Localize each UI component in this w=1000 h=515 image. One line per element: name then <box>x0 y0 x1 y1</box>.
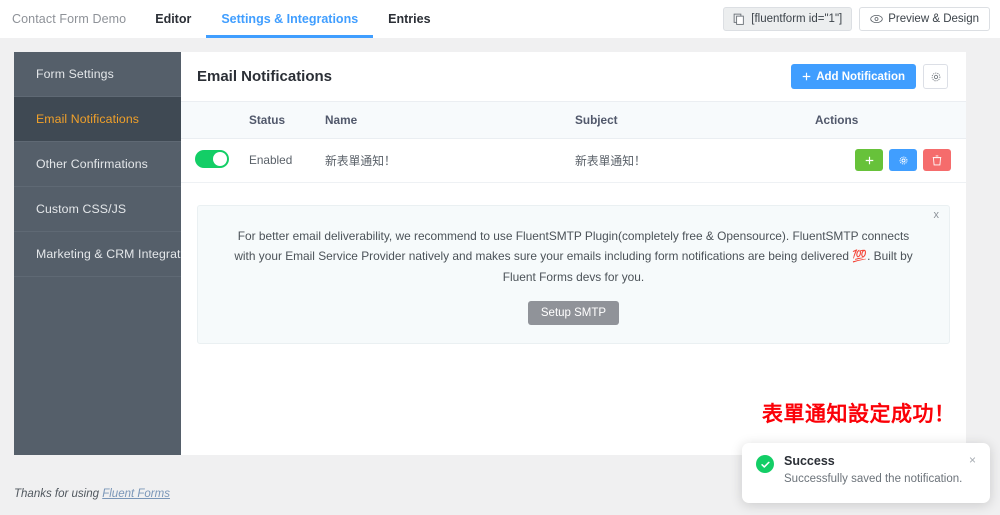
column-status: Status <box>249 102 325 139</box>
footer: Thanks for using Fluent Forms <box>14 488 170 500</box>
top-bar: Contact Form Demo Editor Settings & Inte… <box>0 0 1000 38</box>
gear-icon <box>930 71 942 83</box>
add-notification-label: Add Notification <box>816 70 905 83</box>
cell-subject: 新表單通知！ <box>575 138 815 183</box>
cell-actions <box>815 138 966 183</box>
toast-title: Success <box>784 454 835 468</box>
settings-sidebar: Form Settings Email Notifications Other … <box>14 52 203 455</box>
sidebar-item-marketing-crm-integrations[interactable]: Marketing & CRM Integrations <box>14 232 203 277</box>
content-wrapper: Form Settings Email Notifications Other … <box>14 52 966 455</box>
row-action-buttons <box>855 149 951 171</box>
top-bar-actions: [fluentform id="1"] Preview & Design <box>723 7 1000 31</box>
main-panel: Email Notifications Add Notification Sta… <box>181 52 966 455</box>
cell-name: 新表單通知！ <box>325 138 575 183</box>
setup-smtp-button[interactable]: Setup SMTP <box>527 300 620 325</box>
shortcode-button[interactable]: [fluentform id="1"] <box>723 7 853 31</box>
close-icon[interactable]: × <box>969 454 976 466</box>
smtp-notice: x For better email deliverability, we re… <box>197 204 950 344</box>
toggle-knob <box>213 151 227 166</box>
column-actions: Actions <box>815 102 966 139</box>
table-header-row: Status Name Subject Actions <box>181 102 966 139</box>
fluent-forms-link[interactable]: Fluent Forms <box>102 488 170 500</box>
annotation-text: 表單通知設定成功！ <box>762 402 956 426</box>
plus-icon <box>802 72 811 81</box>
tab-settings-integrations-label: Settings & Integrations <box>221 12 359 26</box>
toast-message: Successfully saved the notification. <box>784 473 963 485</box>
column-name: Name <box>325 102 575 139</box>
duplicate-notification-button[interactable] <box>855 149 883 171</box>
tab-entries[interactable]: Entries <box>373 0 445 38</box>
delete-notification-button[interactable] <box>923 149 951 171</box>
sidebar-item-custom-css-js[interactable]: Custom CSS/JS <box>14 187 181 232</box>
trash-icon <box>932 155 942 166</box>
close-icon[interactable]: x <box>934 209 940 221</box>
preview-design-button[interactable]: Preview & Design <box>859 7 990 31</box>
plus-icon <box>865 156 874 165</box>
gear-icon <box>898 155 909 166</box>
tab-settings-integrations[interactable]: Settings & Integrations <box>206 0 374 38</box>
top-bar-tabs: Contact Form Demo Editor Settings & Inte… <box>0 0 446 38</box>
page-title: Email Notifications <box>197 68 333 85</box>
toast-body: Success Successfully saved the notificat… <box>784 454 962 485</box>
panel-header: Email Notifications Add Notification <box>181 52 966 102</box>
sidebar-item-other-confirmations-label: Other Confirmations <box>36 157 148 171</box>
sidebar-item-form-settings[interactable]: Form Settings <box>14 52 181 97</box>
shortcode-button-label: [fluentform id="1"] <box>751 13 843 25</box>
notifications-table-body: Enabled 新表單通知！ 新表單通知！ <box>181 138 966 183</box>
form-title: Contact Form Demo <box>12 12 127 26</box>
cell-status: Enabled <box>249 138 325 183</box>
smtp-notice-text: For better email deliverability, we reco… <box>234 228 913 285</box>
footer-thanks-text: Thanks for using <box>14 488 103 500</box>
sidebar-item-marketing-crm-integrations-label: Marketing & CRM Integrations <box>36 247 204 261</box>
notification-settings-button[interactable] <box>923 64 948 89</box>
preview-design-label: Preview & Design <box>888 13 979 25</box>
notifications-table: Status Name Subject Actions Enabled 新表單通… <box>181 102 966 183</box>
success-check-icon <box>756 455 774 473</box>
cell-toggle <box>181 138 249 183</box>
toast-row: Success Successfully saved the notificat… <box>756 454 976 485</box>
app-page: Contact Form Demo Editor Settings & Inte… <box>0 0 1000 515</box>
sidebar-item-email-notifications-label: Email Notifications <box>36 112 140 126</box>
tab-editor[interactable]: Editor <box>140 0 206 38</box>
sidebar-item-email-notifications[interactable]: Email Notifications <box>14 97 181 142</box>
copy-icon <box>733 13 745 25</box>
column-subject: Subject <box>575 102 815 139</box>
sidebar-item-other-confirmations[interactable]: Other Confirmations <box>14 142 181 187</box>
eye-icon <box>870 14 883 24</box>
column-toggle <box>181 102 249 139</box>
panel-header-actions: Add Notification <box>791 64 948 89</box>
sidebar-item-custom-css-js-label: Custom CSS/JS <box>36 202 127 216</box>
tab-entries-label: Entries <box>388 12 431 26</box>
tab-editor-label: Editor <box>155 12 192 26</box>
notification-enabled-toggle[interactable] <box>195 149 229 168</box>
notifications-table-head: Status Name Subject Actions <box>181 102 966 139</box>
edit-notification-button[interactable] <box>889 149 917 171</box>
table-row: Enabled 新表單通知！ 新表單通知！ <box>181 138 966 183</box>
success-toast: Success Successfully saved the notificat… <box>742 443 990 503</box>
add-notification-button[interactable]: Add Notification <box>791 64 916 89</box>
sidebar-item-form-settings-label: Form Settings <box>36 67 114 81</box>
